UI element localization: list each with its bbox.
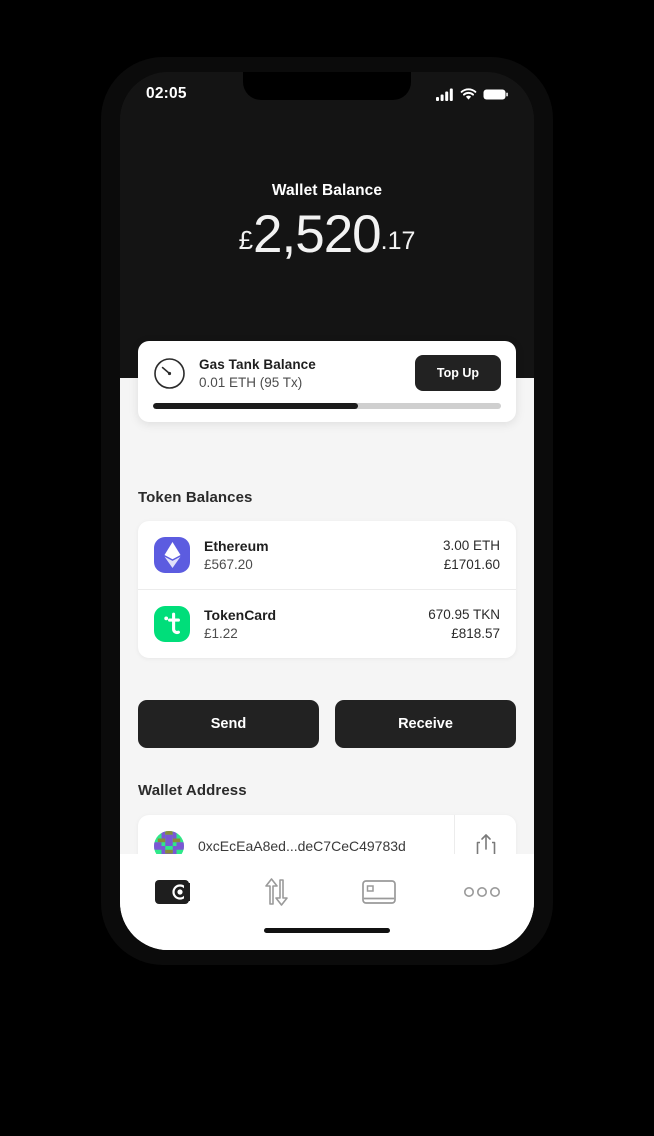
gas-tank-row: Gas Tank Balance 0.01 ETH (95 Tx) Top Up bbox=[153, 355, 501, 391]
wallet-actions: Send Receive bbox=[138, 700, 516, 748]
gas-tank-progress-track[interactable] bbox=[153, 403, 501, 409]
token-names: Ethereum £567.20 bbox=[204, 538, 429, 572]
phone-notch bbox=[243, 72, 411, 100]
bottom-navigation-bar bbox=[120, 854, 534, 950]
token-balances-label: Token Balances bbox=[138, 489, 253, 506]
gas-tank-title: Gas Tank Balance bbox=[199, 356, 316, 372]
token-balances-section: Token Balances Ethereum £567.20 3.00 ETH… bbox=[138, 489, 516, 658]
nav-item-wallet[interactable] bbox=[120, 870, 224, 914]
balance-decimal: .17 bbox=[380, 227, 416, 255]
balance-whole: 2,520 bbox=[253, 205, 382, 264]
gas-tank-texts: Gas Tank Balance 0.01 ETH (95 Tx) bbox=[199, 357, 402, 390]
wallet-icon bbox=[154, 880, 190, 904]
nav-item-more[interactable] bbox=[431, 870, 535, 914]
tokencard-t-icon bbox=[164, 612, 180, 635]
top-up-button[interactable]: Top Up bbox=[414, 355, 501, 391]
wallet-header: 02:05 Wallet Balance £2,520.17 bbox=[120, 72, 534, 378]
phone-screen: 02:05 Wallet Balance £2,520.17 Gas Tank … bbox=[120, 72, 534, 950]
card-icon bbox=[361, 880, 396, 904]
token-row[interactable]: Ethereum £567.20 3.00 ETH £1701.60 bbox=[138, 521, 516, 589]
gas-tank-card[interactable]: Gas Tank Balance 0.01 ETH (95 Tx) Top Up bbox=[138, 341, 516, 422]
token-amount: 3.00 ETH bbox=[442, 538, 500, 553]
ethereum-diamond-icon bbox=[164, 542, 180, 568]
nav-item-card[interactable] bbox=[327, 870, 431, 914]
transfer-arrows-icon bbox=[265, 878, 289, 906]
token-price: £567.20 bbox=[204, 557, 253, 572]
token-amount: 670.95 TKN bbox=[428, 607, 500, 622]
wallet-balance-label: Wallet Balance bbox=[271, 182, 383, 199]
wallet-address-text: 0xcEcEaA8ed...deC7CeC49783d bbox=[198, 838, 406, 854]
wifi-icon bbox=[460, 87, 477, 100]
token-price: £1.22 bbox=[204, 626, 238, 641]
wallet-balance-amount: £2,520.17 bbox=[120, 204, 534, 265]
more-dots-icon bbox=[464, 887, 501, 897]
ethereum-icon bbox=[154, 537, 190, 573]
wallet-content: Gas Tank Balance 0.01 ETH (95 Tx) Top Up… bbox=[120, 341, 534, 950]
token-values: 670.95 TKN £818.57 bbox=[428, 607, 500, 641]
balance-currency-symbol: £ bbox=[238, 225, 254, 255]
status-time: 02:05 bbox=[146, 85, 187, 102]
nav-item-transactions[interactable] bbox=[224, 870, 328, 914]
send-button[interactable]: Send bbox=[138, 700, 319, 748]
gauge-icon bbox=[154, 357, 185, 389]
receive-button[interactable]: Receive bbox=[335, 700, 516, 748]
tokencard-icon bbox=[154, 606, 190, 642]
token-fiat-value: £818.57 bbox=[451, 626, 500, 641]
signal-bars-icon bbox=[436, 88, 453, 101]
status-icons bbox=[436, 87, 508, 101]
token-values: 3.00 ETH £1701.60 bbox=[443, 538, 500, 572]
home-indicator[interactable] bbox=[264, 928, 390, 933]
wallet-address-label: Wallet Address bbox=[138, 782, 247, 799]
token-balances-card: Ethereum £567.20 3.00 ETH £1701.60 Token… bbox=[138, 521, 516, 658]
token-row[interactable]: TokenCard £1.22 670.95 TKN £818.57 bbox=[138, 589, 516, 658]
battery-full-icon bbox=[483, 89, 508, 99]
gas-tank-subtitle: 0.01 ETH (95 Tx) bbox=[199, 374, 303, 390]
token-fiat-value: £1701.60 bbox=[443, 557, 500, 572]
gas-tank-progress-fill bbox=[153, 403, 359, 409]
token-name: Ethereum bbox=[204, 538, 269, 554]
token-names: TokenCard £1.22 bbox=[204, 607, 414, 641]
token-name: TokenCard bbox=[204, 607, 277, 623]
